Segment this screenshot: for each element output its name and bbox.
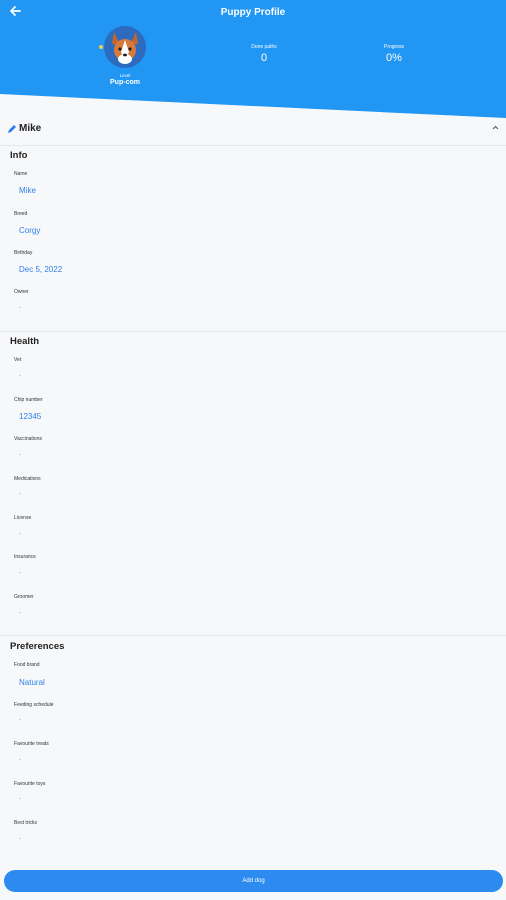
field-label: Groomer — [14, 594, 34, 600]
field-value-vaccinations[interactable]: - — [19, 452, 21, 458]
dog-name-row[interactable]: Mike — [0, 121, 506, 139]
profile-header: Puppy Profile Level Pup-com Done paths 0… — [0, 0, 506, 125]
field-label: Favourite treats — [14, 741, 49, 747]
field-label: Food brand — [14, 662, 40, 668]
stat-label: Progress — [383, 44, 404, 50]
field-label: Medications — [14, 476, 41, 482]
field-label: Name — [14, 171, 28, 177]
field-value-food-brand[interactable]: Natural — [19, 678, 45, 687]
field-value-birthday[interactable]: Dec 5, 2022 — [19, 265, 62, 274]
field-value-vet[interactable]: - — [19, 373, 21, 379]
field-label: Breed — [14, 211, 28, 217]
field-label: Feeding schedule — [14, 702, 54, 708]
corgi-avatar-icon — [104, 26, 146, 68]
field-label: Vaccinations — [14, 436, 42, 442]
avatar[interactable] — [104, 26, 146, 68]
field-value-medications[interactable]: - — [19, 491, 21, 497]
stat-value: 0 — [260, 52, 268, 64]
field-value-breed[interactable]: Corgy — [19, 226, 40, 235]
field-value-favourite-treats[interactable]: - — [19, 757, 21, 763]
add-dog-button[interactable]: Add dog — [4, 870, 503, 892]
stat-progress: Progress 0% — [354, 44, 434, 64]
field-label: Birthday — [14, 250, 33, 256]
field-label: License — [14, 515, 32, 521]
field-label: Favourite toys — [14, 781, 46, 787]
field-value-license[interactable]: - — [19, 531, 21, 537]
field-value-owner[interactable]: - — [19, 305, 21, 311]
field-value-best-tricks[interactable]: - — [19, 836, 21, 842]
field-label: Owner — [14, 289, 29, 295]
level-value: Pup-com — [110, 79, 140, 86]
dog-name: Mike — [19, 123, 42, 134]
section-title-info: Info — [10, 150, 28, 161]
stat-label: Done paths — [251, 44, 277, 50]
field-value-chip-number[interactable]: 12345 — [19, 412, 41, 421]
stat-value: 0% — [386, 52, 402, 64]
divider — [0, 331, 506, 332]
field-value-insurance[interactable]: - — [19, 570, 21, 576]
divider — [0, 635, 506, 636]
section-title-health: Health — [10, 336, 40, 347]
pencil-icon[interactable] — [7, 124, 17, 134]
divider — [0, 145, 506, 146]
field-value-favourite-toys[interactable]: - — [19, 796, 21, 802]
status-dot — [99, 45, 103, 49]
chevron-up-icon[interactable] — [491, 123, 500, 134]
field-value-feeding-schedule[interactable]: - — [19, 717, 21, 723]
stat-done-paths: Done paths 0 — [224, 44, 304, 64]
field-value-groomer[interactable]: - — [19, 610, 21, 616]
field-value-name[interactable]: Mike — [19, 186, 36, 195]
field-label: Vet — [14, 357, 22, 363]
level-label: Level — [119, 73, 131, 78]
field-label: Insurance — [14, 554, 36, 560]
field-label: Chip number — [14, 397, 43, 403]
page-title: Puppy Profile — [220, 7, 286, 18]
section-title-preferences: Preferences — [10, 641, 65, 652]
field-label: Best tricks — [14, 820, 38, 826]
